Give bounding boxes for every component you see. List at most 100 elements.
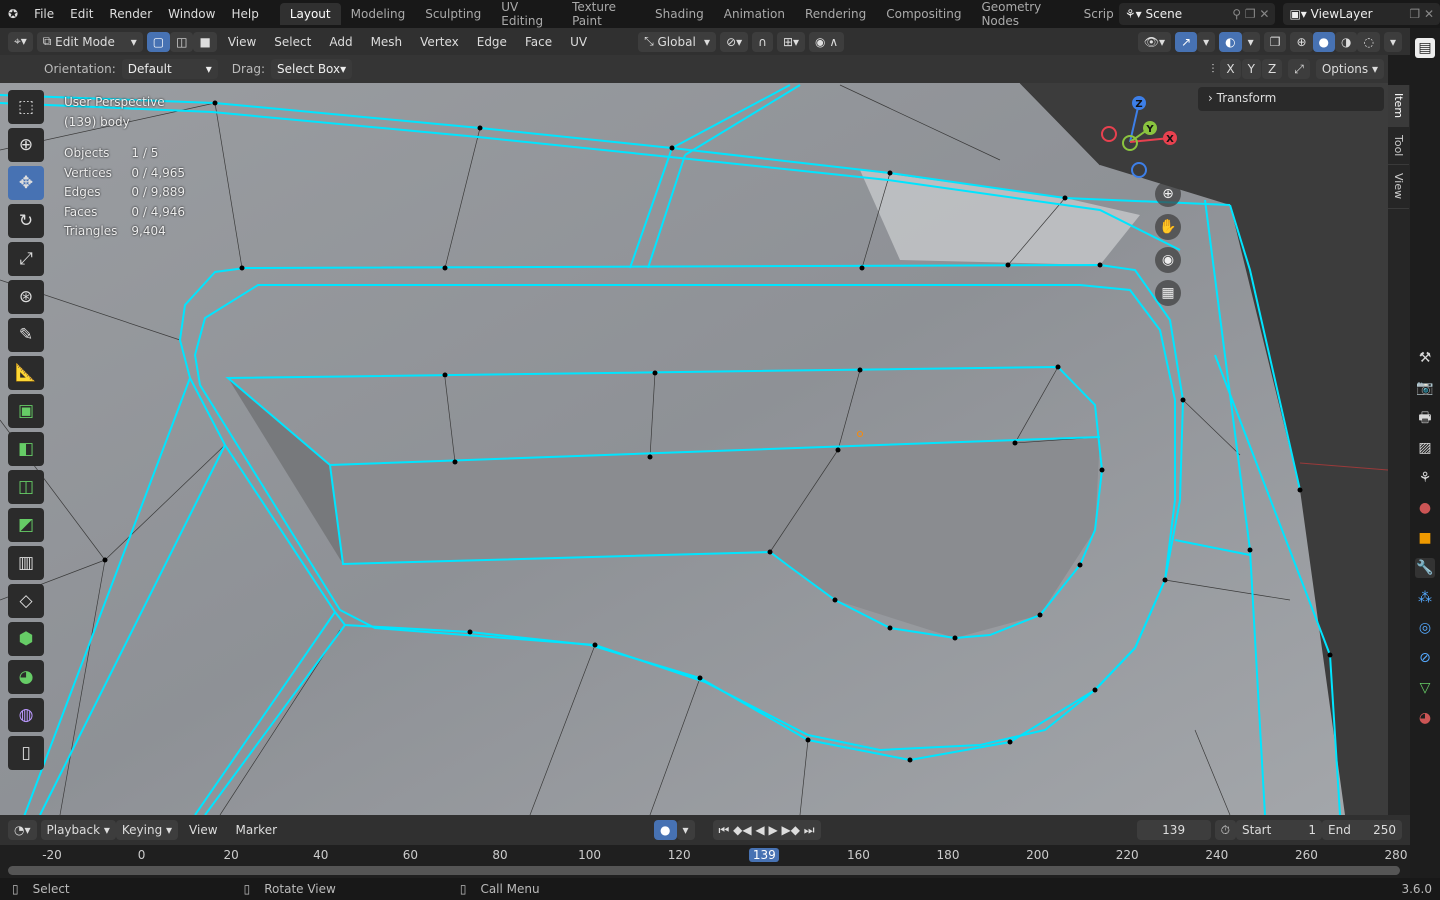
annotate-tool-icon[interactable]: ✎ bbox=[8, 318, 44, 352]
auto-keying-toggle[interactable]: ● bbox=[654, 820, 677, 840]
timeline-scrollbar[interactable] bbox=[8, 866, 1400, 875]
menu-vertex[interactable]: Vertex bbox=[413, 35, 466, 49]
menu-view[interactable]: View bbox=[221, 35, 263, 49]
menu-edge[interactable]: Edge bbox=[470, 35, 514, 49]
overlay-dropdown[interactable]: ▾ bbox=[1241, 31, 1260, 52]
xray-toggle[interactable]: ❐ bbox=[1263, 31, 1287, 52]
modifier-props-icon[interactable]: 🔧 bbox=[1415, 558, 1435, 578]
tab-scripting[interactable]: Scripting bbox=[1074, 3, 1113, 25]
stopwatch-icon[interactable]: ⏱ bbox=[1214, 820, 1236, 840]
menu-edit[interactable]: Edit bbox=[62, 7, 101, 21]
data-props-icon[interactable]: ▽ bbox=[1415, 678, 1435, 698]
transform-orientation-selector[interactable]: ⤡ Global ▾ bbox=[638, 31, 717, 52]
pan-hand-icon[interactable]: ✋ bbox=[1155, 214, 1181, 240]
navigation-gizmo[interactable]: Z Y X bbox=[1095, 90, 1185, 180]
blender-logo-icon[interactable]: ✪ bbox=[0, 7, 26, 21]
ortho-grid-icon[interactable]: ▦ bbox=[1155, 280, 1181, 306]
topology-mirror-button[interactable]: ⤢ bbox=[1288, 59, 1310, 79]
menu-face[interactable]: Face bbox=[518, 35, 559, 49]
tab-compositing[interactable]: Compositing bbox=[876, 3, 971, 25]
end-frame-field[interactable]: End 250 bbox=[1322, 820, 1402, 840]
cursor-tool-icon[interactable]: ⊕ bbox=[8, 128, 44, 162]
transform-panel-header[interactable]: › Transform bbox=[1198, 87, 1384, 111]
scale-tool-icon[interactable]: ⤢ bbox=[8, 242, 44, 276]
spin-tool-icon[interactable]: ◕ bbox=[8, 660, 44, 694]
camera-icon[interactable]: ◉ bbox=[1155, 247, 1181, 273]
scene-selector[interactable]: ⚘▾ Scene ⚲ ❐ ✕ bbox=[1118, 3, 1276, 25]
auto-keying-dropdown[interactable]: ▾ bbox=[676, 820, 695, 840]
options-dropdown[interactable]: Options ▾ bbox=[1315, 59, 1384, 79]
solid-shading[interactable]: ● bbox=[1312, 31, 1335, 52]
proportional-edit-toggle[interactable]: ◉ ∧ bbox=[809, 31, 845, 52]
tab-rendering[interactable]: Rendering bbox=[795, 3, 876, 25]
visibility-button[interactable]: 👁▾ bbox=[1137, 31, 1172, 52]
menu-mesh[interactable]: Mesh bbox=[364, 35, 410, 49]
transform-tool-icon[interactable]: ⊛ bbox=[8, 280, 44, 314]
measure-tool-icon[interactable]: 📐 bbox=[8, 356, 44, 390]
menu-help[interactable]: Help bbox=[223, 7, 266, 21]
select-box-tool-icon[interactable]: ⬚ bbox=[8, 90, 44, 124]
physics-props-icon[interactable]: ◎ bbox=[1415, 618, 1435, 638]
gizmo-neg-z[interactable] bbox=[1131, 162, 1147, 178]
pin-icon[interactable]: ⚲ ❐ ✕ bbox=[1232, 7, 1269, 21]
mode-selector[interactable]: ⧉ Edit Mode ▾ bbox=[36, 31, 143, 52]
move-tool-icon[interactable]: ✥ bbox=[8, 166, 44, 200]
object-props-icon[interactable]: ■ bbox=[1415, 528, 1435, 548]
snap-target-button[interactable]: ⊞▾ bbox=[776, 31, 806, 52]
shading-dropdown[interactable]: ▾ bbox=[1383, 31, 1402, 52]
keying-menu[interactable]: Keying ▾ bbox=[115, 820, 179, 840]
render-props-icon[interactable]: 📷 bbox=[1415, 378, 1435, 398]
tab-item[interactable]: Item bbox=[1388, 85, 1409, 128]
tab-sculpting[interactable]: Sculpting bbox=[415, 3, 491, 25]
drag-selector[interactable]: Select Box ▾ bbox=[270, 59, 353, 79]
extrude-tool-icon[interactable]: ◧ bbox=[8, 432, 44, 466]
tab-view[interactable]: View bbox=[1388, 165, 1409, 209]
jump-start-button[interactable]: ⏮ ◆◀ ◀ ▶ ▶◆ ⏭ bbox=[712, 820, 821, 840]
mirror-x-button[interactable]: X bbox=[1220, 59, 1241, 79]
tool-props-icon[interactable]: ⚒ bbox=[1415, 348, 1435, 368]
tab-shading[interactable]: Shading bbox=[645, 3, 714, 25]
current-frame-field[interactable]: 139 bbox=[1136, 820, 1211, 840]
smooth-tool-icon[interactable]: ◍ bbox=[8, 698, 44, 732]
view-layer-name[interactable]: ViewLayer bbox=[1311, 7, 1373, 21]
knife-tool-icon[interactable]: ◇ bbox=[8, 584, 44, 618]
menu-window[interactable]: Window bbox=[160, 7, 223, 21]
timeline-view-menu[interactable]: View bbox=[182, 823, 224, 837]
wireframe-shading[interactable]: ⊕ bbox=[1290, 31, 1313, 52]
tab-modeling[interactable]: Modeling bbox=[341, 3, 416, 25]
tab-layout[interactable]: Layout bbox=[279, 3, 341, 25]
material-shading[interactable]: ◑ bbox=[1335, 31, 1358, 52]
scene-name[interactable]: Scene bbox=[1146, 7, 1183, 21]
menu-file[interactable]: File bbox=[26, 7, 62, 21]
view-layer-props-icon[interactable]: ▨ bbox=[1415, 438, 1435, 458]
menu-select[interactable]: Select bbox=[267, 35, 318, 49]
shrink-tool-icon[interactable]: ▯ bbox=[8, 736, 44, 770]
playback-menu[interactable]: Playback ▾ bbox=[40, 820, 116, 840]
constraints-props-icon[interactable]: ⊘ bbox=[1415, 648, 1435, 668]
menu-uv[interactable]: UV bbox=[563, 35, 594, 49]
poly-build-tool-icon[interactable]: ⬢ bbox=[8, 622, 44, 656]
loop-cut-tool-icon[interactable]: ▥ bbox=[8, 546, 44, 580]
tab-animation[interactable]: Animation bbox=[714, 3, 795, 25]
material-props-icon[interactable]: ◕ bbox=[1415, 708, 1435, 728]
mirror-y-button[interactable]: Y bbox=[1241, 59, 1261, 79]
overlay-toggle[interactable]: ◐ bbox=[1219, 31, 1242, 52]
add-cube-tool-icon[interactable]: ▣ bbox=[8, 394, 44, 428]
inset-tool-icon[interactable]: ◫ bbox=[8, 470, 44, 504]
editor-type-button[interactable]: ⌖▾ bbox=[8, 31, 33, 52]
edge-select-button[interactable]: ◫ bbox=[170, 31, 194, 52]
copy-icon[interactable]: ❐ ✕ bbox=[1409, 7, 1434, 21]
particles-props-icon[interactable]: ⁂ bbox=[1415, 588, 1435, 608]
bevel-tool-icon[interactable]: ◩ bbox=[8, 508, 44, 542]
scene-props-icon[interactable]: ⚘ bbox=[1415, 468, 1435, 488]
view-layer-selector[interactable]: ▣▾ ViewLayer ❐ ✕ bbox=[1283, 3, 1440, 25]
playhead[interactable]: 139 bbox=[749, 848, 780, 862]
tab-tool[interactable]: Tool bbox=[1388, 127, 1409, 166]
orientation-selector[interactable]: Default ▾ bbox=[121, 59, 218, 79]
menu-add[interactable]: Add bbox=[322, 35, 359, 49]
rotate-tool-icon[interactable]: ↻ bbox=[8, 204, 44, 238]
world-props-icon[interactable]: ● bbox=[1415, 498, 1435, 518]
start-frame-field[interactable]: Start 1 bbox=[1236, 820, 1322, 840]
gizmo-neg-x[interactable] bbox=[1101, 126, 1117, 142]
face-select-button[interactable]: ■ bbox=[193, 31, 217, 52]
